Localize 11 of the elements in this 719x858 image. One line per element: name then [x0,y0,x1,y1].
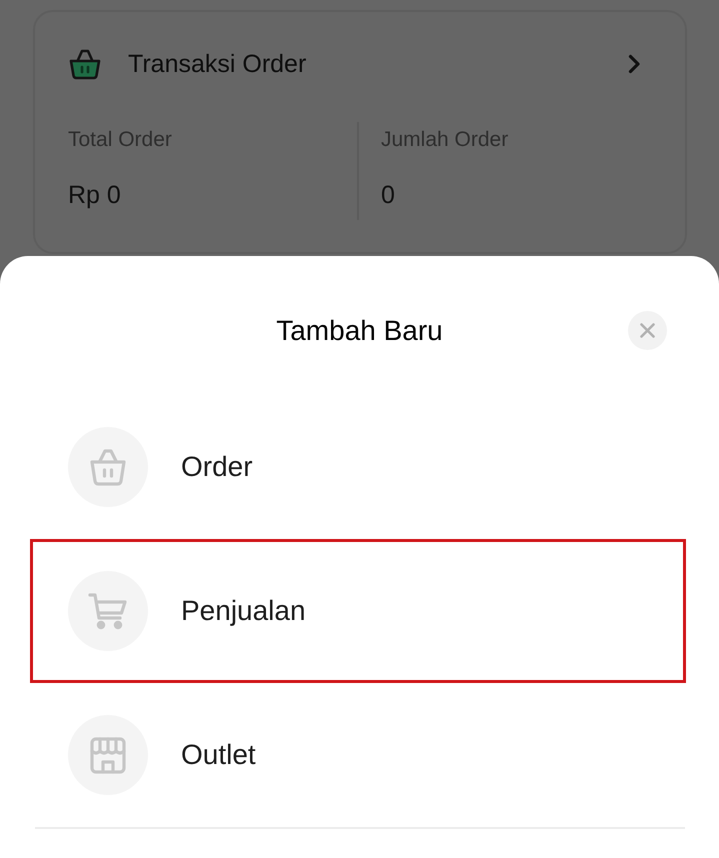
stat-label: Jumlah Order [381,127,508,153]
close-icon [640,323,655,338]
chevron-right-icon[interactable] [628,54,641,74]
stat-label: Total Order [68,127,172,153]
basket-icon [68,48,102,80]
sheet-title: Tambah Baru [276,314,443,348]
card-title: Transaksi Order [128,49,306,80]
stat-value: Rp 0 [68,180,121,211]
menu-item[interactable]: Penjualan [30,539,686,683]
close-button[interactable] [628,311,667,350]
stat-value: 0 [381,180,395,211]
